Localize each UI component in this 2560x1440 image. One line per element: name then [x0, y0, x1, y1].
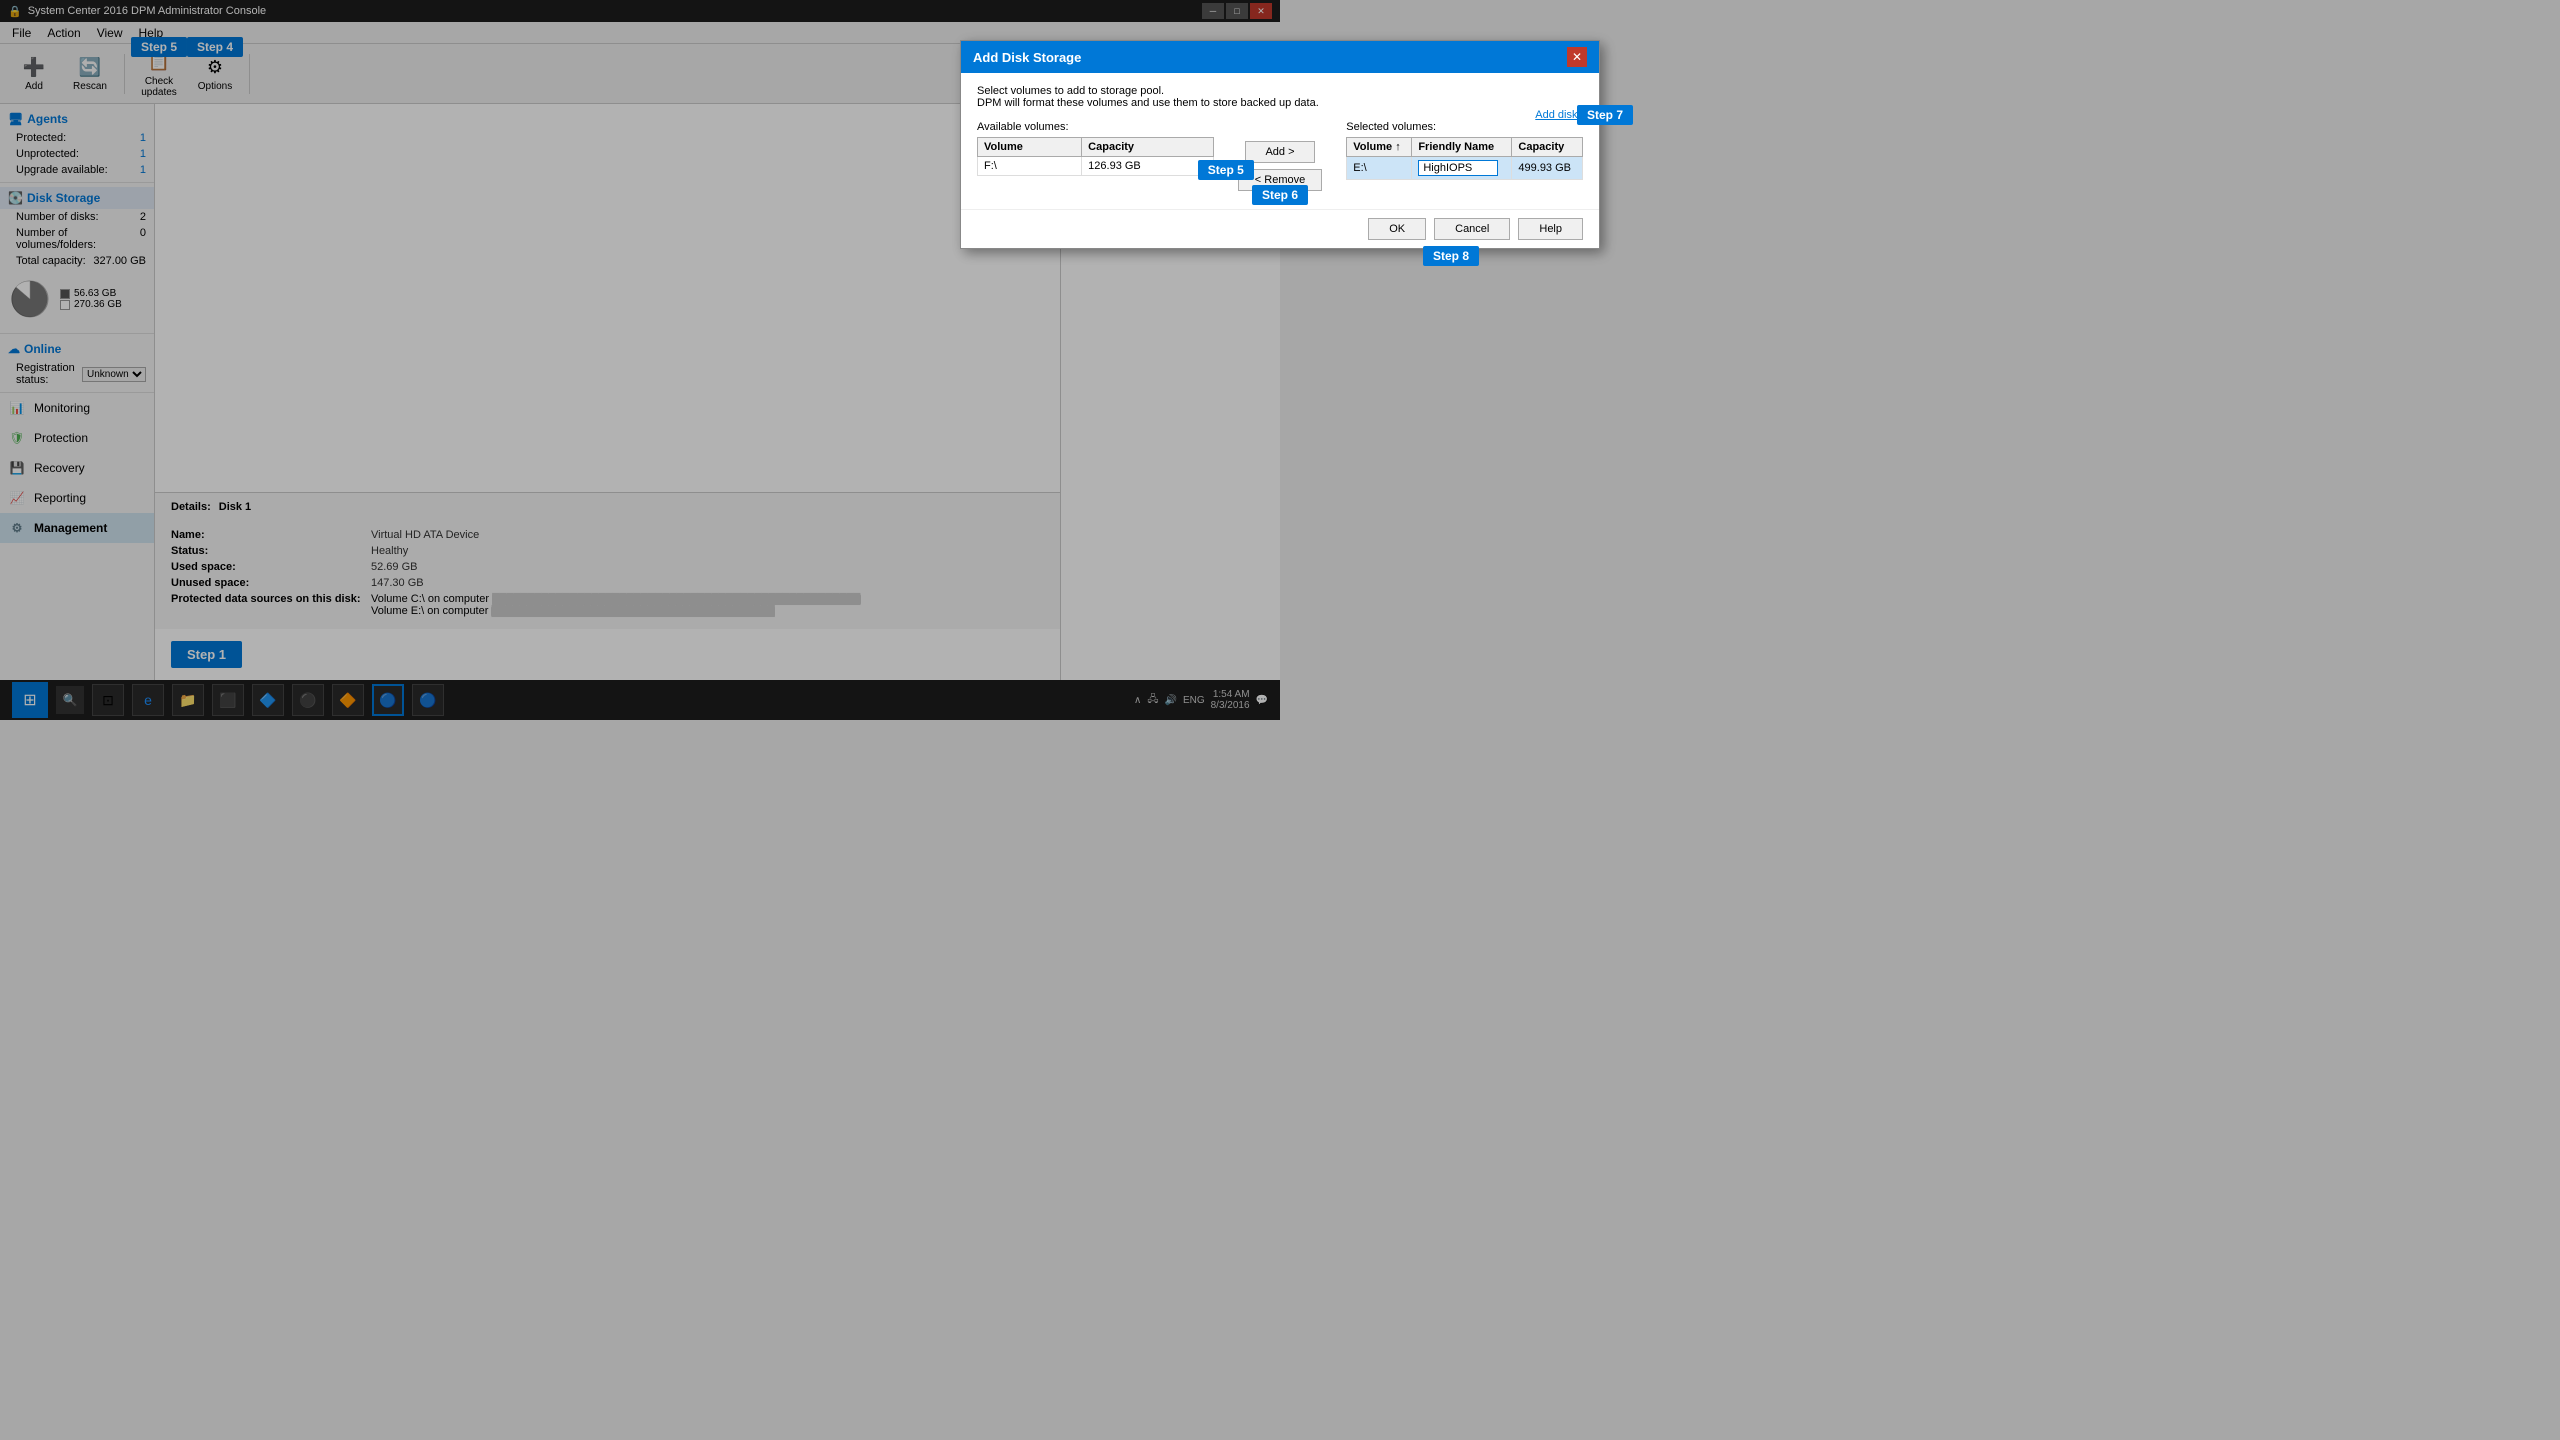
modal-footer: OK Cancel Help Step 8: [961, 209, 1599, 248]
selected-capacity-0: 499.93 GB: [1512, 157, 1583, 180]
selected-col-friendly: Friendly Name: [1412, 138, 1512, 157]
modal-overlay: Add Disk Storage ✕ Select volumes to add…: [0, 0, 2560, 1440]
add-disks-link[interactable]: Add disks: [1535, 109, 1583, 121]
step6-overlay: Step 6: [1252, 185, 1308, 205]
selected-volumes-col: Selected volumes: Volume ↑ Friendly Name…: [1346, 121, 1583, 197]
selected-col-volume: Volume ↑: [1347, 138, 1412, 157]
modal-desc-line1: Select volumes to add to storage pool.: [977, 85, 1583, 97]
available-header-row: Volume Capacity: [978, 138, 1214, 157]
selected-volume-0: E:\: [1347, 157, 1412, 180]
selected-label: Selected volumes:: [1346, 121, 1583, 133]
friendly-name-input[interactable]: [1418, 160, 1498, 176]
available-label: Available volumes:: [977, 121, 1214, 133]
add-remove-buttons: Add > < Remove Step 6: [1230, 121, 1330, 197]
ok-button[interactable]: OK: [1368, 218, 1426, 240]
modal-description: Select volumes to add to storage pool. D…: [977, 85, 1583, 109]
cancel-button[interactable]: Cancel: [1434, 218, 1510, 240]
available-row-0[interactable]: F:\ 126.93 GB: [978, 157, 1214, 176]
available-volumes-col: Available volumes: Volume Capacity F:\ 1…: [977, 121, 1214, 197]
step5-overlay: Step 5: [1198, 160, 1254, 180]
available-col-capacity: Capacity: [1082, 138, 1214, 157]
available-volume-0: F:\: [978, 157, 1082, 176]
step7-overlay: Step 7: [1577, 105, 1633, 125]
modal-close-button[interactable]: ✕: [1567, 47, 1587, 67]
selected-row-0[interactable]: E:\ 499.93 GB: [1347, 157, 1583, 180]
modal-columns: Available volumes: Volume Capacity F:\ 1…: [977, 121, 1583, 197]
available-col-volume: Volume: [978, 138, 1082, 157]
add-volume-button[interactable]: Add >: [1245, 141, 1315, 163]
step8-overlay: Step 8: [1423, 246, 1479, 266]
available-capacity-0: 126.93 GB: [1082, 157, 1214, 176]
selected-friendly-0: [1412, 157, 1512, 180]
add-disk-storage-modal: Add Disk Storage ✕ Select volumes to add…: [960, 40, 1600, 249]
help-button[interactable]: Help: [1518, 218, 1583, 240]
modal-desc-line2: DPM will format these volumes and use th…: [977, 97, 1583, 109]
selected-volumes-table: Volume ↑ Friendly Name Capacity E:\: [1346, 137, 1583, 180]
modal-title: Add Disk Storage: [973, 50, 1081, 65]
selected-col-capacity: Capacity: [1512, 138, 1583, 157]
modal-body: Select volumes to add to storage pool. D…: [961, 73, 1599, 209]
modal-header: Add Disk Storage ✕: [961, 41, 1599, 73]
available-volumes-table: Volume Capacity F:\ 126.93 GB: [977, 137, 1214, 176]
selected-header-row: Volume ↑ Friendly Name Capacity: [1347, 138, 1583, 157]
